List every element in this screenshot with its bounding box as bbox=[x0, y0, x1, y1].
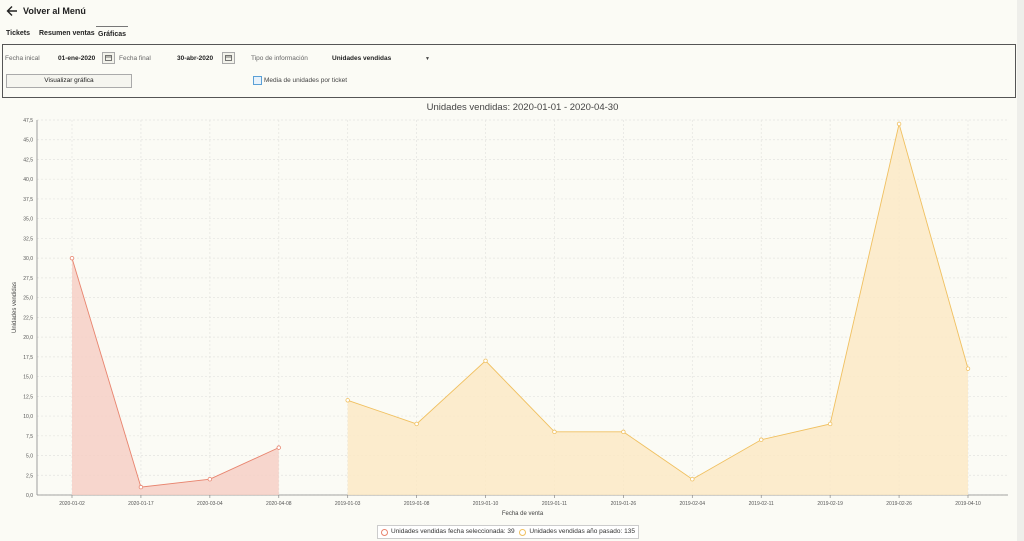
y-tick-label: 35,0 bbox=[23, 217, 33, 223]
legend-item-selected[interactable]: Unidades vendidas fecha seleccionada: 39 bbox=[381, 526, 515, 538]
data-point bbox=[69, 255, 75, 261]
arrow-left-icon bbox=[6, 6, 17, 16]
x-tick-label: 2020-04-08 bbox=[266, 501, 292, 507]
x-tick-label: 2019-01-08 bbox=[404, 501, 430, 507]
data-point bbox=[414, 421, 419, 427]
end-date-label: Fecha final bbox=[119, 55, 151, 62]
calendar-icon bbox=[105, 55, 112, 61]
y-tick-label: 42,5 bbox=[23, 157, 33, 163]
x-tick-label: 2019-01-26 bbox=[611, 501, 637, 507]
data-point bbox=[552, 429, 557, 435]
data-point bbox=[690, 477, 695, 482]
x-tick-label: 2019-02-11 bbox=[749, 501, 774, 507]
end-date-field[interactable]: 30-abr-2020 bbox=[177, 55, 213, 62]
y-tick-label: 22,5 bbox=[23, 315, 33, 321]
data-point bbox=[759, 437, 764, 442]
data-point bbox=[207, 477, 213, 482]
legend-label: Unidades vendidas fecha seleccionada: 39 bbox=[391, 528, 515, 535]
y-tick-label: 30,0 bbox=[23, 256, 33, 262]
data-point bbox=[345, 398, 350, 403]
y-tick-label: 37,5 bbox=[23, 197, 33, 203]
info-type-select[interactable]: Unidades vendidas bbox=[332, 55, 391, 62]
data-point bbox=[827, 421, 833, 427]
y-tick-label: 27,5 bbox=[23, 276, 33, 282]
data-point bbox=[896, 121, 902, 127]
legend-marker bbox=[381, 528, 388, 536]
sales-chart: Unidades vendidas: 2020-01-01 - 2020-04-… bbox=[12, 102, 1008, 517]
data-point bbox=[138, 484, 144, 490]
y-tick-label: 20,0 bbox=[23, 335, 33, 341]
x-axis-label: Fecha de venta bbox=[502, 511, 544, 517]
x-tick-label: 2019-01-11 bbox=[542, 501, 567, 507]
back-label: Volver al Menú bbox=[23, 6, 86, 16]
vertical-scrollbar[interactable] bbox=[1017, 0, 1024, 541]
series-area-0 bbox=[72, 258, 279, 495]
legend-label: Unidades vendidas año pasado: 135 bbox=[529, 528, 635, 535]
show-chart-button[interactable]: Visualizar gráfica bbox=[6, 74, 132, 88]
y-tick-label: 5,0 bbox=[26, 454, 33, 460]
data-point bbox=[483, 358, 488, 363]
y-tick-label: 2,5 bbox=[26, 473, 33, 479]
x-tick-label: 2020-01-17 bbox=[128, 501, 154, 507]
calendar-icon bbox=[225, 55, 232, 61]
y-axis-label: Unidades vendidas bbox=[12, 282, 18, 333]
x-tick-label: 2019-01-10 bbox=[473, 501, 499, 507]
tab-resumen-ventas[interactable]: Resumen ventas bbox=[39, 26, 95, 42]
filter-panel: Fecha inical 01-ene-2020 Fecha final 30-… bbox=[2, 44, 1016, 98]
y-tick-label: 15,0 bbox=[23, 375, 33, 381]
info-type-label: Tipo de información bbox=[251, 55, 308, 62]
series-area-1 bbox=[347, 123, 968, 495]
y-tick-label: 17,5 bbox=[23, 355, 33, 361]
y-tick-label: 10,0 bbox=[23, 414, 33, 420]
x-tick-label: 2019-01-03 bbox=[335, 501, 361, 507]
data-point bbox=[276, 445, 281, 450]
y-tick-label: 12,5 bbox=[23, 394, 33, 400]
y-tick-label: 45,0 bbox=[23, 138, 33, 144]
back-button[interactable]: Volver al Menú bbox=[6, 5, 86, 17]
start-date-calendar-button[interactable] bbox=[102, 52, 115, 64]
legend-item-last-year[interactable]: Unidades vendidas año pasado: 135 bbox=[519, 526, 635, 538]
start-date-field[interactable]: 01-ene-2020 bbox=[58, 55, 95, 62]
avg-per-ticket-label: Media de unidades por ticket bbox=[264, 77, 348, 84]
y-tick-label: 32,5 bbox=[23, 236, 33, 242]
legend-marker bbox=[519, 528, 527, 536]
y-tick-label: 47,5 bbox=[23, 118, 33, 124]
x-tick-label: 2019-02-19 bbox=[817, 501, 843, 507]
y-tick-label: 0,0 bbox=[26, 493, 33, 499]
start-date-label: Fecha inical bbox=[5, 55, 40, 62]
chevron-down-icon[interactable]: ▼ bbox=[425, 56, 430, 62]
x-tick-label: 2020-01-02 bbox=[59, 501, 85, 507]
data-point bbox=[621, 429, 626, 435]
data-point bbox=[965, 366, 971, 371]
y-tick-label: 7,5 bbox=[26, 434, 33, 440]
y-tick-label: 40,0 bbox=[23, 177, 33, 183]
tab-tickets[interactable]: Tickets bbox=[6, 26, 30, 42]
top-bar: Volver al Menú bbox=[0, 0, 1024, 26]
x-tick-label: 2019-02-04 bbox=[680, 501, 706, 507]
tab-graficas[interactable]: Gráficas bbox=[96, 26, 129, 43]
x-tick-label: 2019-04-10 bbox=[955, 501, 981, 507]
end-date-calendar-button[interactable] bbox=[222, 52, 235, 64]
x-tick-label: 2019-02-26 bbox=[886, 501, 912, 507]
chart-title: Unidades vendidas: 2020-01-01 - 2020-04-… bbox=[427, 102, 619, 113]
x-tick-label: 2020-03-04 bbox=[197, 501, 223, 507]
y-tick-label: 25,0 bbox=[23, 296, 33, 302]
chart-legend: Unidades vendidas fecha seleccionada: 39… bbox=[377, 525, 639, 539]
avg-per-ticket-checkbox[interactable] bbox=[253, 76, 262, 85]
